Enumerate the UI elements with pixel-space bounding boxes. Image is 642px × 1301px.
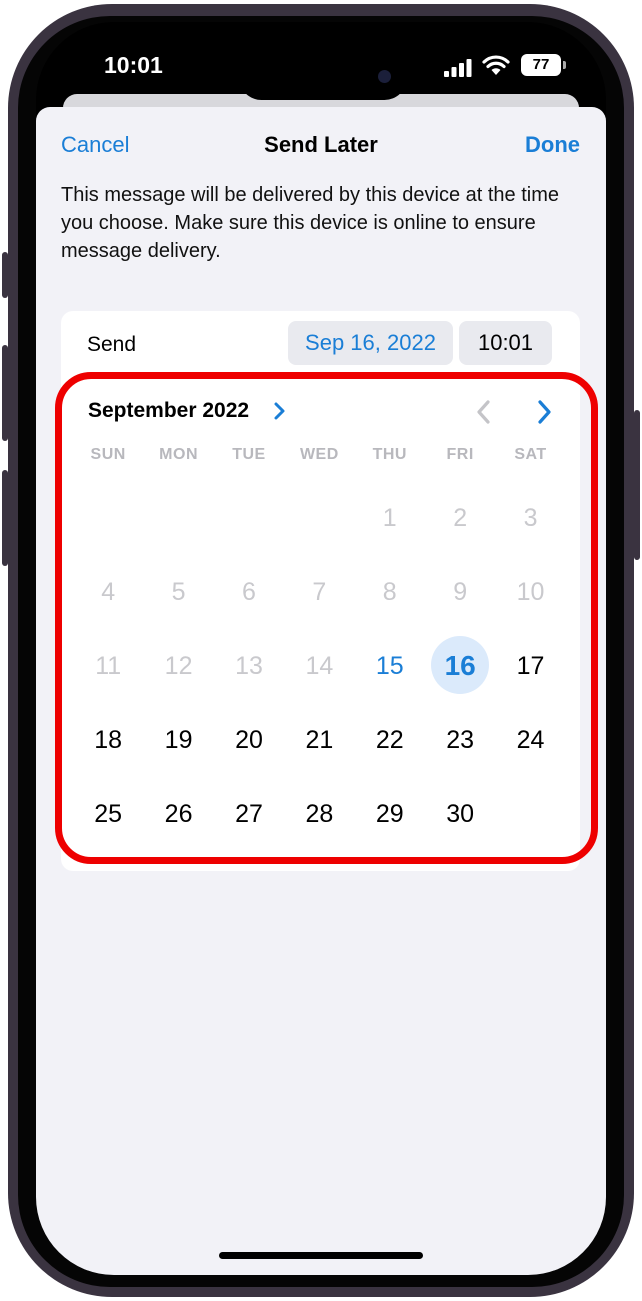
calendar-day[interactable]: 22	[355, 703, 425, 777]
cellular-signal-icon	[444, 59, 472, 77]
empty-day-cell	[73, 481, 143, 555]
disabled-day: 7	[312, 578, 327, 606]
empty-day-cell	[143, 481, 213, 555]
calendar-day[interactable]: 21	[284, 703, 354, 777]
disabled-day: 6	[242, 578, 256, 606]
screen: 10:01 77 Cancel Send Later Done This mes…	[36, 22, 606, 1275]
disabled-day: 1	[382, 504, 397, 532]
calendar-day[interactable]: 27	[214, 777, 284, 851]
done-button[interactable]: Done	[525, 132, 580, 158]
disabled-day: 12	[164, 652, 193, 680]
next-month-icon[interactable]	[529, 397, 559, 427]
weekday-header: SUN MON TUE WED THU FRI SAT	[73, 446, 566, 470]
volume-down-button	[2, 470, 8, 566]
wifi-icon	[482, 55, 510, 75]
send-later-sheet: Cancel Send Later Done This message will…	[36, 107, 606, 1275]
disabled-day: 14	[305, 652, 334, 680]
today-day[interactable]: 15	[355, 629, 425, 703]
volume-up-button	[2, 345, 8, 441]
day-number: 16	[444, 650, 476, 681]
empty-day-cell	[284, 481, 354, 555]
date-picker-card: Send Sep 16, 2022 10:01 September 2022 S…	[61, 311, 580, 871]
month-year-button[interactable]: September 2022	[88, 399, 249, 423]
navigation-bar: Cancel Send Later Done	[36, 107, 606, 183]
calendar-week-row: 11 12 13 14 15 16 17	[73, 629, 566, 703]
battery-indicator: 77	[521, 54, 561, 76]
calendar-week-row: 1 2 3	[73, 481, 566, 555]
calendar-day[interactable]: 17	[495, 629, 565, 703]
home-indicator[interactable]	[219, 1252, 423, 1259]
sheet-title: Send Later	[264, 132, 378, 157]
description-text: This message will be delivered by this d…	[61, 184, 560, 262]
disabled-day: 11	[95, 652, 122, 680]
chevron-right-icon[interactable]	[272, 401, 288, 421]
time-selector[interactable]: 10:01	[459, 321, 552, 365]
weekday-label: MON	[159, 446, 198, 463]
battery-tip	[563, 61, 566, 69]
weekday-label: FRI	[446, 446, 474, 463]
calendar-day[interactable]: 29	[355, 777, 425, 851]
calendar-day[interactable]: 23	[425, 703, 495, 777]
calendar-grid: 1 2 3 4 5 6 7 8 9 10 11 12 13 14 15 16 17 18 19 20 21 22 23 24 2…	[73, 481, 566, 851]
weekday-label: SUN	[90, 446, 126, 463]
status-time: 10:01	[104, 52, 163, 78]
calendar-day[interactable]: 18	[73, 703, 143, 777]
selected-day[interactable]: 16	[425, 629, 495, 703]
weekday-label: TUE	[232, 446, 266, 463]
calendar-day[interactable]: 24	[495, 703, 565, 777]
empty-day-cell	[495, 777, 565, 851]
disabled-day: 13	[235, 652, 263, 680]
empty-day-cell	[214, 481, 284, 555]
status-bar: 10:01 77	[36, 22, 606, 102]
action-button	[2, 252, 8, 298]
disabled-day: 3	[523, 504, 538, 532]
calendar-day[interactable]: 26	[143, 777, 213, 851]
disabled-day: 10	[516, 578, 545, 606]
calendar-week-row: 18 19 20 21 22 23 24	[73, 703, 566, 777]
disabled-day: 2	[453, 504, 468, 532]
calendar-day[interactable]: 30	[425, 777, 495, 851]
disabled-day: 8	[382, 578, 397, 606]
calendar-week-row: 25 26 27 28 29 30	[73, 777, 566, 851]
weekday-label: WED	[299, 446, 339, 463]
front-camera	[378, 70, 391, 83]
calendar-week-row: 4 5 6 7 8 9 10	[73, 555, 566, 629]
power-button	[634, 410, 640, 560]
disabled-day: 4	[101, 578, 116, 606]
calendar-day[interactable]: 19	[143, 703, 213, 777]
calendar-day[interactable]: 28	[284, 777, 354, 851]
weekday-label: THU	[372, 446, 407, 463]
previous-month-icon[interactable]	[469, 397, 499, 427]
disabled-day: 9	[453, 578, 468, 606]
date-selector[interactable]: Sep 16, 2022	[288, 321, 453, 365]
send-label: Send	[87, 333, 137, 356]
calendar-day[interactable]: 25	[73, 777, 143, 851]
weekday-label: SAT	[514, 446, 547, 463]
calendar-day[interactable]: 20	[214, 703, 284, 777]
disabled-day: 5	[171, 578, 186, 606]
battery-level: 77	[532, 56, 550, 73]
